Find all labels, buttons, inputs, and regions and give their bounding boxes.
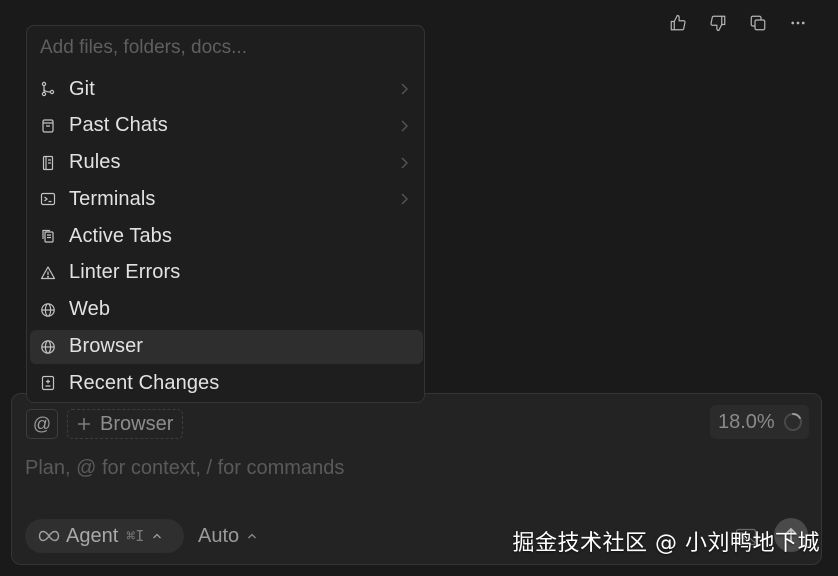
menu-item-web[interactable]: Web <box>30 293 423 327</box>
menu-item-label: Terminals <box>69 187 156 210</box>
menu-item-terminals[interactable]: Terminals <box>30 182 423 216</box>
thumbs-up-icon[interactable] <box>668 12 688 34</box>
globe-icon <box>40 302 56 318</box>
prompt-input[interactable] <box>25 455 725 481</box>
context-usage-text: 18.0% <box>718 410 775 433</box>
context-menu: Git Past Chats Rules Terminals <box>26 25 425 403</box>
menu-item-label: Past Chats <box>69 114 168 137</box>
terminal-icon <box>40 191 56 207</box>
chevron-right-icon <box>399 119 409 133</box>
menu-item-label: Rules <box>69 151 121 174</box>
context-chip[interactable]: Browser <box>67 409 183 439</box>
menu-item-label: Git <box>69 77 95 100</box>
menu-item-label: Web <box>69 298 111 321</box>
active-tabs-icon <box>40 228 56 244</box>
menu-item-rules[interactable]: Rules <box>30 146 423 180</box>
warning-icon <box>40 265 56 281</box>
agent-mode-selector[interactable]: Agent ⌘I <box>25 519 184 553</box>
menu-item-git[interactable]: Git <box>30 72 423 106</box>
at-icon: @ <box>32 413 52 434</box>
git-branch-icon <box>40 81 56 97</box>
past-chats-icon <box>40 118 56 134</box>
chevron-up-icon <box>247 532 257 540</box>
agent-shortcut: ⌘I <box>126 527 145 545</box>
context-search-input[interactable] <box>40 37 410 59</box>
recent-changes-icon <box>40 375 56 391</box>
watermark: 掘金技术社区 @ 小刘鸭地下城 <box>512 531 820 556</box>
context-usage-indicator[interactable]: 18.0% <box>710 405 809 439</box>
menu-item-browser[interactable]: Browser <box>30 329 423 364</box>
menu-item-label: Active Tabs <box>69 224 173 247</box>
menu-item-active-tabs[interactable]: Active Tabs <box>30 219 423 253</box>
globe-icon <box>40 339 56 355</box>
chevron-right-icon <box>399 82 409 96</box>
menu-item-label: Browser <box>69 335 144 358</box>
menu-item-label: Linter Errors <box>69 261 181 284</box>
menu-item-label: Recent Changes <box>69 371 220 394</box>
model-label: Auto <box>198 524 240 547</box>
add-context-button[interactable]: @ <box>26 409 58 439</box>
model-selector[interactable]: Auto <box>198 519 257 553</box>
chevron-right-icon <box>399 192 409 206</box>
menu-item-past-chats[interactable]: Past Chats <box>30 109 423 143</box>
message-toolbar <box>668 12 808 34</box>
copy-icon[interactable] <box>748 12 768 34</box>
plus-icon <box>76 416 92 432</box>
thumbs-down-icon[interactable] <box>708 12 728 34</box>
more-icon[interactable] <box>788 12 808 34</box>
agent-mode-label: Agent <box>66 524 119 547</box>
context-chip-label: Browser <box>100 412 174 435</box>
infinity-icon <box>38 529 60 543</box>
chevron-right-icon <box>399 156 409 170</box>
rules-icon <box>40 155 56 171</box>
menu-item-linter-errors[interactable]: Linter Errors <box>30 256 423 290</box>
context-menu-list: Git Past Chats Rules Terminals Active Ta… <box>30 72 423 403</box>
progress-ring-icon <box>783 412 803 432</box>
chevron-up-icon <box>152 532 162 540</box>
menu-item-recent-changes[interactable]: Recent Changes <box>30 366 423 400</box>
